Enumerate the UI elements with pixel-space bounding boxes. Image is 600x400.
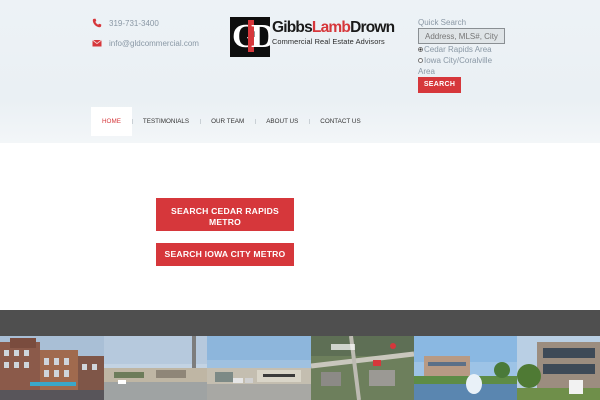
main-nav: HOME TESTIMONIALS OUR TEAM ABOUT US CONT… [91,107,372,136]
site-logo[interactable]: G D GibbsLambDrown Commercial Real Estat… [230,17,395,57]
quick-search: Quick Search Cedar Rapids Area Iowa City… [418,17,528,93]
nav-home[interactable]: HOME [91,107,132,136]
photo-office-building [517,336,600,400]
phone-icon [92,18,102,28]
logo-text: GibbsLambDrown Commercial Real Estate Ad… [272,17,395,47]
nav-testimonials[interactable]: TESTIMONIALS [131,107,200,136]
nav-contact-us[interactable]: CONTACT US [309,107,371,136]
photo-retail-strip-center [104,336,207,400]
photo-office-park-fountain [414,336,517,400]
quick-search-title: Quick Search [418,18,467,27]
radio-button[interactable] [418,58,423,63]
search-iowa-city-button[interactable]: SEARCH IOWA CITY METRO [156,243,294,266]
logo-letter-d: D [251,18,270,55]
contact-phone[interactable]: 319-731-3400 [92,18,159,28]
logo-name: GibbsLambDrown [272,19,395,36]
radio-iowa-city-label-cont: Area [418,67,435,76]
dark-divider-band [0,310,600,336]
photo-shopping-plaza [207,336,311,400]
logo-tagline: Commercial Real Estate Advisors [272,37,385,46]
radio-cedar-rapids[interactable]: Cedar Rapids Area [418,45,492,54]
phone-number: 319-731-3400 [109,18,159,28]
email-address: info@gldcommercial.com [109,38,199,48]
nav-our-team[interactable]: OUR TEAM [200,107,255,136]
photo-aerial-map-view [311,336,414,400]
logo-mark: G D [230,17,270,57]
photo-downtown-brick-buildings [0,336,104,400]
search-cedar-rapids-button[interactable]: SEARCH CEDAR RAPIDS METRO [156,198,294,231]
envelope-icon [92,39,102,47]
nav-about-us[interactable]: ABOUT US [255,107,309,136]
photo-strip [0,336,600,400]
radio-button-selected[interactable] [418,47,423,52]
quick-search-input[interactable] [418,28,505,44]
contact-email[interactable]: info@gldcommercial.com [92,38,199,48]
radio-iowa-city[interactable]: Iowa City/Coralville [418,56,492,65]
quick-search-button[interactable]: SEARCH [418,77,461,93]
